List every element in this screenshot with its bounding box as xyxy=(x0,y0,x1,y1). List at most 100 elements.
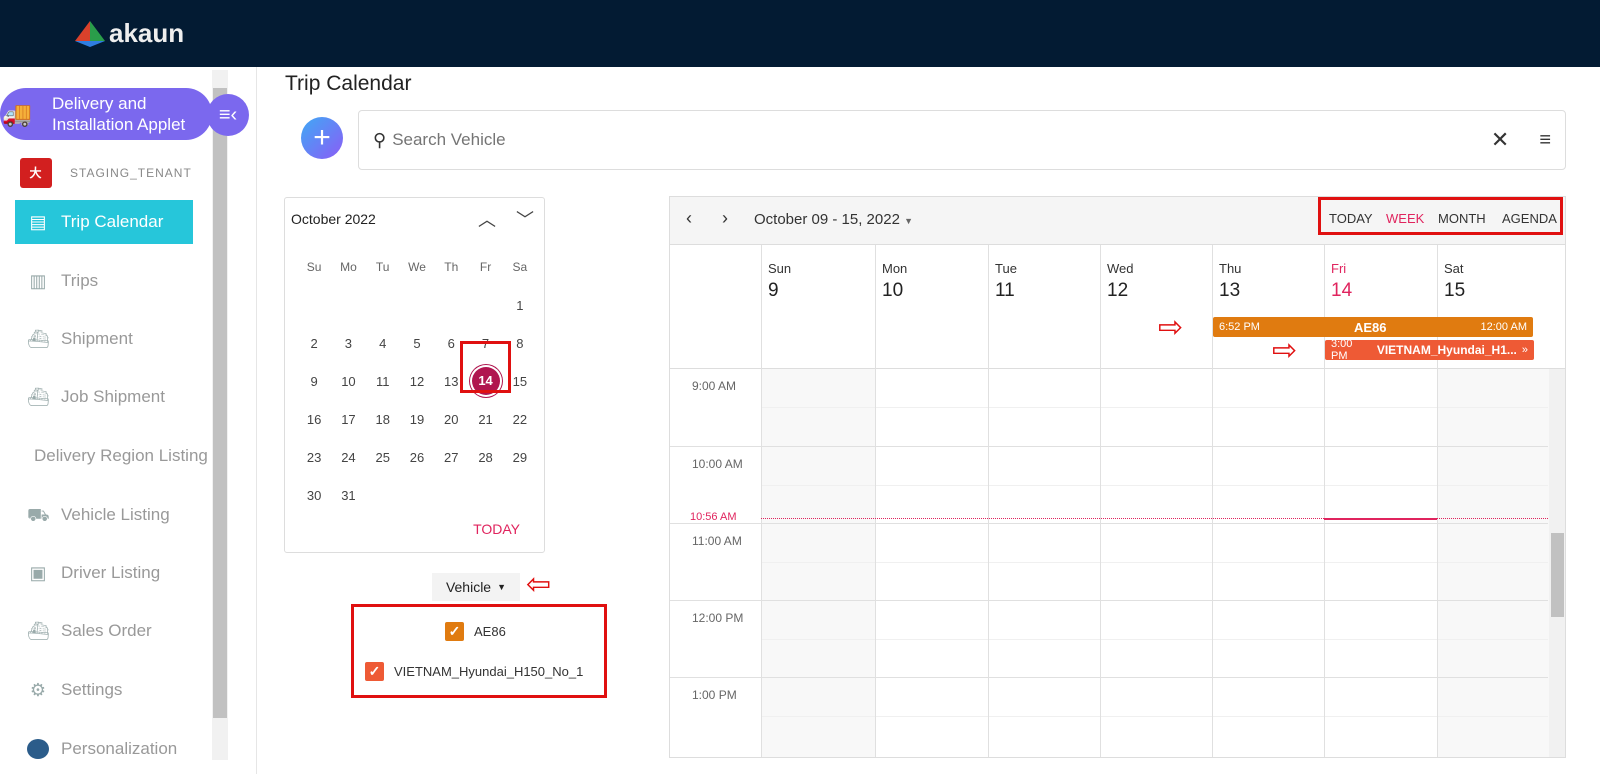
day-cell[interactable]: 28 xyxy=(468,450,502,465)
day-cell[interactable]: 16 xyxy=(297,412,331,427)
day-column-header[interactable]: Tue 11 xyxy=(988,245,1100,369)
day-cell[interactable]: 9 xyxy=(297,374,331,389)
sidebar-scrollbar-thumb[interactable] xyxy=(213,88,227,718)
day-number: Mo xyxy=(340,260,357,274)
sidebar-item-delivery-region-listing[interactable]: Delivery Region Listing xyxy=(22,434,212,478)
clear-icon[interactable]: ✕ xyxy=(1491,127,1509,153)
truck-icon: ⛟ xyxy=(27,505,50,525)
nav-label: Delivery Region Listing xyxy=(34,446,208,465)
day-cell[interactable]: 18 xyxy=(366,412,400,427)
day-cell[interactable]: 5 xyxy=(400,336,434,351)
day-cell[interactable]: 27 xyxy=(434,450,468,465)
day-name: Tue xyxy=(995,261,1017,276)
calendar-scrollbar-thumb[interactable] xyxy=(1551,533,1564,617)
column-divider xyxy=(1212,369,1213,757)
sidebar-item-trips[interactable]: ▥ Trips xyxy=(15,259,193,303)
day-cell[interactable]: 17 xyxy=(331,412,365,427)
day-cell[interactable]: 31 xyxy=(331,488,365,503)
checkbox-checked-icon[interactable]: ✓ xyxy=(365,662,384,681)
event-ae86[interactable]: 6:52 PM AE86 12:00 AM xyxy=(1213,317,1533,337)
day-number: 26 xyxy=(409,449,425,465)
filter-icon[interactable]: ≡ xyxy=(1539,129,1551,152)
sidebar-item-trip-calendar[interactable]: ▤ Trip Calendar xyxy=(15,200,193,244)
vehicle-filter-dropdown[interactable]: Vehicle ▼ xyxy=(432,573,520,601)
ship-icon: ⛴ xyxy=(27,329,50,349)
calendar-icon: ▤ xyxy=(29,212,47,232)
sidebar-item-personalization[interactable]: Personalization xyxy=(15,727,193,771)
weekday-label: We xyxy=(400,260,434,274)
day-cell[interactable]: 3 xyxy=(331,336,365,351)
ship-icon: ⛴ xyxy=(27,387,50,407)
sidebar-item-shipment[interactable]: ⛴ Shipment xyxy=(15,317,193,361)
day-number: 22 xyxy=(512,411,528,427)
sidebar-item-sales-order[interactable]: ⛴ Sales Order xyxy=(15,609,193,653)
day-cell[interactable]: 12 xyxy=(400,374,434,389)
day-column-header[interactable]: Sun 9 xyxy=(761,245,875,369)
sidebar-item-driver-listing[interactable]: ▣ Driver Listing xyxy=(15,551,193,595)
day-cell[interactable]: 25 xyxy=(366,450,400,465)
map-icon: ▥ xyxy=(29,271,47,291)
nav-label: Trip Calendar xyxy=(61,212,164,231)
sidebar-item-vehicle-listing[interactable]: ⛟ Vehicle Listing xyxy=(15,493,193,537)
week-row: 16 17 18 19 20 21 22 xyxy=(297,400,537,438)
search-input[interactable] xyxy=(392,130,1491,150)
next-week-button[interactable]: › xyxy=(722,208,728,229)
sidebar-item-settings[interactable]: ⚙ Settings xyxy=(15,668,193,712)
akaun-logo[interactable]: akaun xyxy=(75,18,184,49)
day-cell[interactable]: 24 xyxy=(331,450,365,465)
day-cell[interactable]: 4 xyxy=(366,336,400,351)
mini-today-button[interactable]: TODAY xyxy=(473,521,520,537)
day-cell[interactable]: 20 xyxy=(434,412,468,427)
day-cell[interactable]: 22 xyxy=(503,412,537,427)
day-column-header[interactable]: Mon 10 xyxy=(875,245,988,369)
day-cell[interactable]: 10 xyxy=(331,374,365,389)
gear-icon: ⚙ xyxy=(29,680,47,700)
day-number: 8 xyxy=(516,335,524,351)
day-number: 29 xyxy=(512,449,528,465)
nav-label: Job Shipment xyxy=(61,387,165,406)
chevron-up-icon[interactable]: ︿ xyxy=(478,206,496,232)
previous-week-button[interactable]: ‹ xyxy=(686,208,692,229)
day-cell[interactable]: 19 xyxy=(400,412,434,427)
date-range-picker[interactable]: October 09 - 15, 2022 ▼ xyxy=(754,211,913,228)
day-cell[interactable]: 2 xyxy=(297,336,331,351)
column-divider xyxy=(988,369,989,757)
vehicle-filter-item[interactable]: ✓ VIETNAM_Hyundai_H150_No_1 xyxy=(365,662,583,681)
sidebar-item-job-shipment[interactable]: ⛴ Job Shipment xyxy=(15,375,193,419)
hour-label: 10:00 AM xyxy=(692,457,743,471)
top-bar xyxy=(0,0,1600,67)
tenant-switcher[interactable]: 大 STAGING_TENANT xyxy=(20,158,192,188)
tenant-name: STAGING_TENANT xyxy=(70,166,192,180)
day-cell[interactable]: 1 xyxy=(503,298,537,313)
event-vietnam-hyundai[interactable]: 3:00 PM VIETNAM_Hyundai_H1... » xyxy=(1325,338,1534,362)
caret-down-icon: ▼ xyxy=(904,216,914,226)
day-name: Sat xyxy=(1444,261,1464,276)
day-column-header[interactable]: Thu 13 xyxy=(1212,245,1324,369)
day-cell[interactable]: 21 xyxy=(468,412,502,427)
day-column-header[interactable]: Wed 12 xyxy=(1100,245,1212,369)
day-number: 4 xyxy=(379,335,387,351)
date-range: October 09 - 15, 2022 xyxy=(754,211,900,228)
day-name: Wed xyxy=(1107,261,1134,276)
chevron-down-icon[interactable]: ﹀ xyxy=(516,206,534,232)
applet-title: Delivery and Installation Applet xyxy=(52,94,186,134)
day-cell[interactable]: 23 xyxy=(297,450,331,465)
highlight-box xyxy=(351,604,607,698)
collapse-sidebar-button[interactable]: ≡‹ xyxy=(207,94,249,136)
day-cell[interactable]: 11 xyxy=(366,374,400,389)
highlight-box xyxy=(460,341,511,393)
day-cell[interactable]: 26 xyxy=(400,450,434,465)
day-name: Sun xyxy=(768,261,792,276)
mini-calendar-month: October 2022 xyxy=(291,211,376,227)
vehicle-filter-item[interactable]: ✓ AE86 xyxy=(445,622,506,641)
current-time-today-line xyxy=(1324,517,1437,520)
day-name: Fri xyxy=(1331,261,1347,276)
tenant-logo-icon: 大 xyxy=(20,158,52,188)
add-button[interactable]: + xyxy=(301,117,343,159)
day-cell[interactable]: 29 xyxy=(503,450,537,465)
day-number: 31 xyxy=(341,487,356,503)
day-name: Thu xyxy=(1219,261,1242,276)
checkbox-checked-icon[interactable]: ✓ xyxy=(445,622,464,641)
day-cell[interactable]: 30 xyxy=(297,488,331,503)
day-number: 14 xyxy=(1331,280,1353,301)
